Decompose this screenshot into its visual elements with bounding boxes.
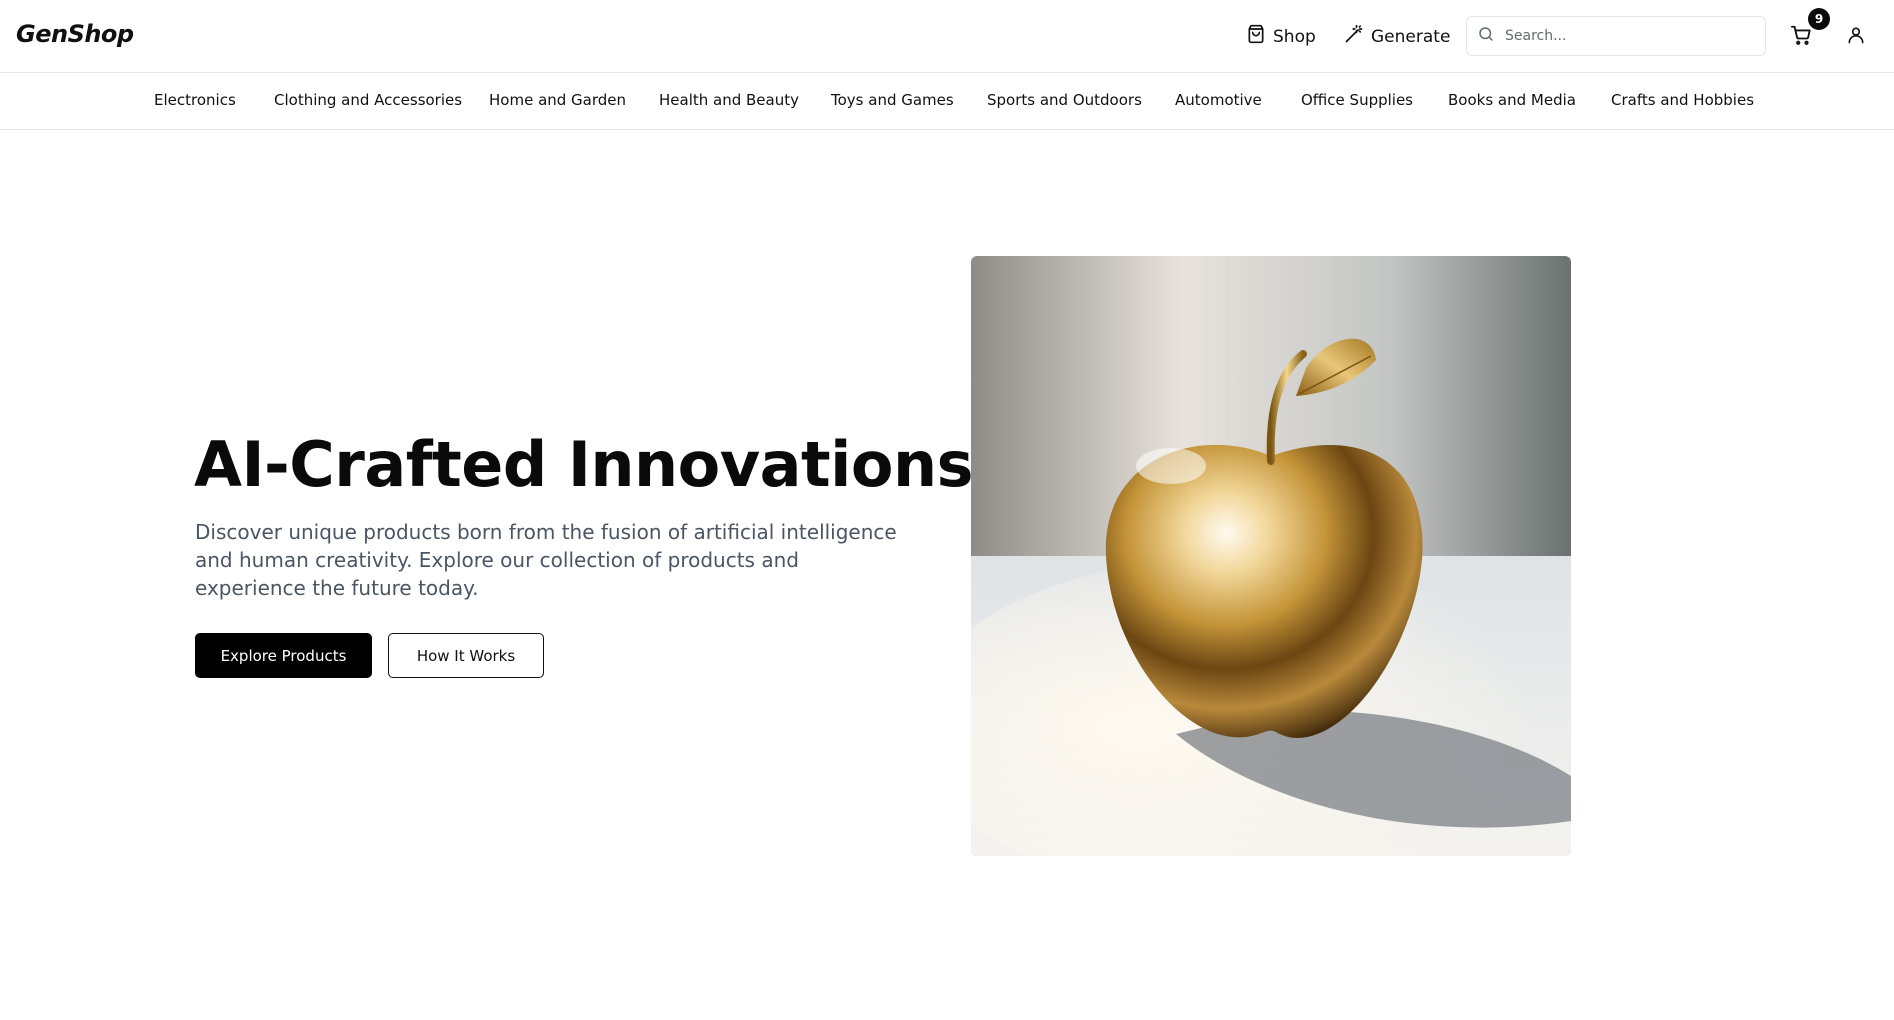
category-office-supplies[interactable]: Office Supplies — [1301, 91, 1413, 109]
search-input[interactable] — [1505, 28, 1745, 44]
hero-title: AI-Crafted Innovations — [194, 428, 974, 501]
top-navbar: GenShop Shop Generate Search... 9 — [0, 0, 1894, 72]
golden-apple-image — [971, 256, 1571, 856]
cart-button[interactable]: 9 — [1790, 8, 1830, 50]
how-it-works-button[interactable]: How It Works — [388, 633, 544, 678]
category-health-and-beauty[interactable]: Health and Beauty — [659, 91, 799, 109]
nav-shop-link[interactable]: Shop — [1246, 24, 1316, 49]
category-crafts-and-hobbies[interactable]: Crafts and Hobbies — [1611, 91, 1754, 109]
magic-wand-icon — [1344, 24, 1364, 49]
category-home-and-garden[interactable]: Home and Garden — [489, 91, 626, 109]
explore-products-button[interactable]: Explore Products — [195, 633, 372, 678]
hero-description: Discover unique products born from the f… — [195, 520, 897, 600]
user-account-button[interactable] — [1846, 25, 1868, 47]
nav-generate-link[interactable]: Generate — [1344, 24, 1450, 49]
nav-generate-label: Generate — [1371, 26, 1451, 47]
site-logo[interactable]: GenShop — [16, 20, 134, 48]
category-electronics[interactable]: Electronics — [154, 91, 236, 109]
category-clothing-and-accessories[interactable]: Clothing and Accessories — [274, 91, 462, 109]
cart-icon — [1790, 25, 1812, 50]
category-automotive[interactable]: Automotive — [1175, 91, 1262, 109]
user-icon — [1846, 27, 1866, 49]
category-books-and-media[interactable]: Books and Media — [1448, 91, 1576, 109]
search-icon — [1477, 25, 1495, 47]
category-nav: Electronics Clothing and Accessories Hom… — [0, 72, 1894, 130]
search-box[interactable] — [1466, 16, 1766, 56]
cart-count-badge: 9 — [1808, 8, 1830, 30]
category-sports-and-outdoors[interactable]: Sports and Outdoors — [987, 91, 1142, 109]
nav-shop-label: Shop — [1273, 26, 1316, 47]
category-toys-and-games[interactable]: Toys and Games — [831, 91, 954, 109]
shopping-bag-icon — [1246, 24, 1266, 49]
